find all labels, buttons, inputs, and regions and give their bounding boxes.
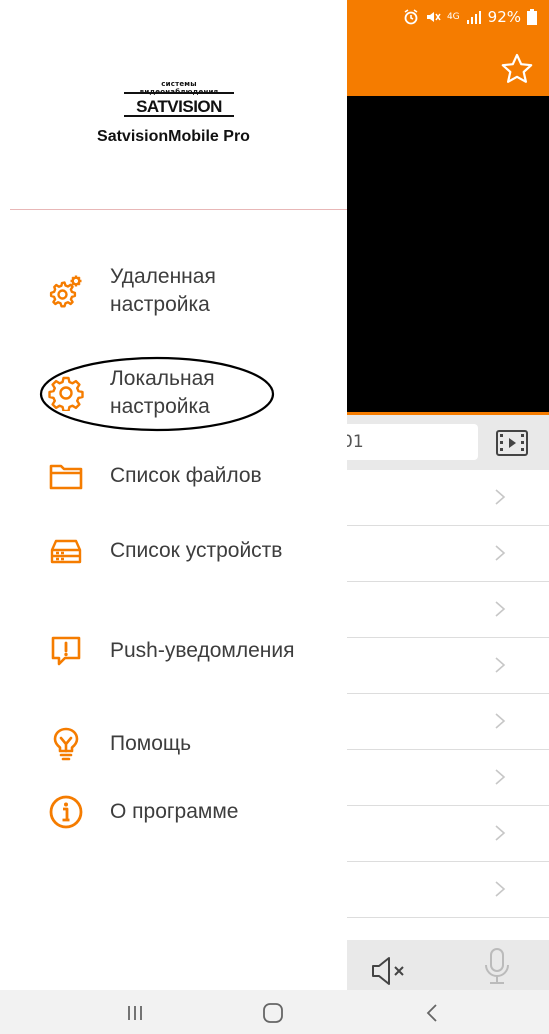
system-navigation-bar <box>0 990 549 1034</box>
battery-percent: 92% <box>487 8 521 26</box>
microphone-icon[interactable] <box>482 947 512 987</box>
info-icon <box>49 795 83 829</box>
menu-item-remote-settings[interactable]: Удаленная настройка <box>48 263 320 319</box>
gears-icon <box>49 275 82 308</box>
lightbulb-icon <box>53 727 79 761</box>
folder-icon <box>49 464 83 490</box>
drawer-divider <box>10 209 347 210</box>
menu-item-label: Удаленная настройка <box>110 265 216 316</box>
menu-item-label: Push-уведомления <box>110 639 295 662</box>
playback-film-icon[interactable] <box>496 430 528 456</box>
recent-apps-icon[interactable] <box>120 1000 150 1026</box>
navigation-drawer: системы видеонаблюдения SATVISION Satvis… <box>0 0 347 1010</box>
menu-item-push-notifications[interactable]: Push-уведомления <box>48 633 320 669</box>
menu-item-label: Список устройств <box>110 539 283 562</box>
chevron-right-icon <box>495 769 506 785</box>
back-icon[interactable] <box>418 1000 448 1026</box>
chevron-right-icon <box>495 881 506 897</box>
signal-icon <box>466 11 481 24</box>
highlight-ellipse <box>39 356 275 432</box>
menu-item-about[interactable]: О программе <box>48 794 320 830</box>
app-name: SatvisionMobile Pro <box>97 128 250 145</box>
menu-item-label: О программе <box>110 800 239 823</box>
channel-field[interactable]: 01 <box>330 424 478 460</box>
chevron-right-icon <box>495 545 506 561</box>
menu-item-file-list[interactable]: Список файлов <box>48 458 320 494</box>
status-icons: 4G 92% <box>403 8 537 26</box>
menu-item-label: Помощь <box>110 732 192 755</box>
menu-item-label: Список файлов <box>110 464 262 487</box>
chevron-right-icon <box>495 657 506 673</box>
satvision-logo: системы видеонаблюдения SATVISION <box>124 80 234 120</box>
chevron-right-icon <box>495 713 506 729</box>
chevron-right-icon <box>495 489 506 505</box>
speaker-mute-icon[interactable] <box>370 954 410 988</box>
device-icon <box>50 539 82 564</box>
chevron-right-icon <box>495 825 506 841</box>
menu-item-help[interactable]: Помощь <box>48 726 320 762</box>
home-icon[interactable] <box>258 1000 288 1026</box>
logo-wordmark: SATVISION <box>124 92 234 117</box>
notification-icon <box>51 636 81 666</box>
network-type: 4G <box>446 12 460 22</box>
menu-item-device-list[interactable]: Список устройств <box>48 533 320 569</box>
battery-icon <box>527 9 537 25</box>
svg-text:SATVISION: SATVISION <box>136 97 222 116</box>
chevron-right-icon <box>495 601 506 617</box>
mute-status-icon <box>426 12 441 22</box>
star-icon[interactable] <box>500 52 534 86</box>
alarm-icon <box>404 9 418 25</box>
